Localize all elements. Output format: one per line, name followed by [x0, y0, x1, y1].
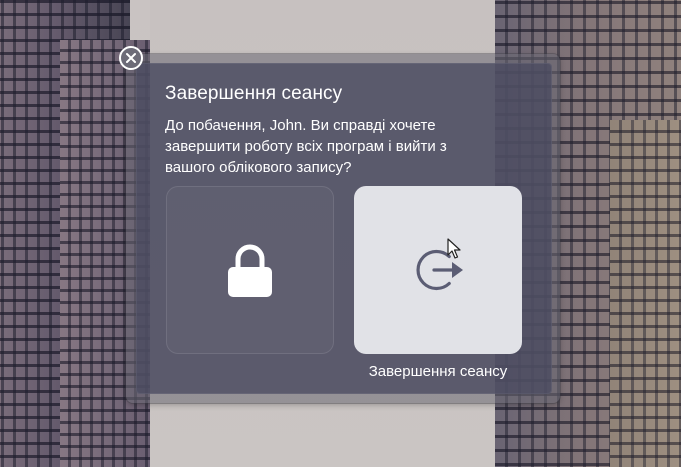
close-button[interactable] — [119, 46, 143, 70]
close-icon — [126, 53, 136, 63]
lock-icon — [228, 244, 272, 297]
dialog-title: Завершення сеансу — [165, 83, 343, 104]
wallpaper-building — [610, 120, 681, 467]
log-out-icon — [416, 249, 463, 291]
dialog-message: До побачення, John. Ви справді хочете за… — [165, 117, 447, 176]
log-out-label: Завершення сеансу — [368, 363, 508, 380]
lock-button[interactable] — [166, 186, 334, 354]
log-out-button[interactable] — [354, 186, 522, 354]
